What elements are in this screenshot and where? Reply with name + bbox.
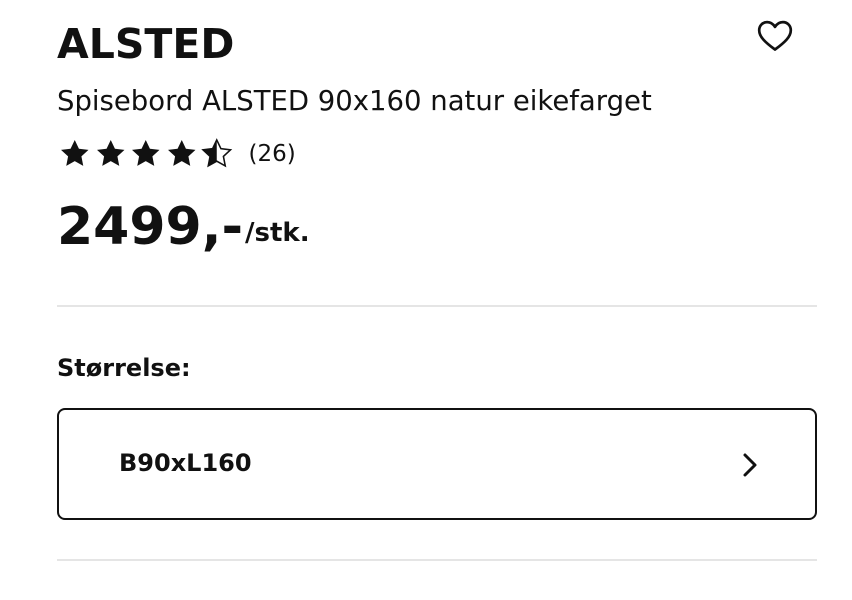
favorite-button[interactable] — [751, 16, 799, 58]
section-divider — [57, 305, 817, 307]
section-divider-bottom — [57, 559, 817, 561]
star-filled-icon — [132, 139, 160, 166]
star-filled-icon — [61, 139, 89, 166]
selected-size-value: B90xL160 — [119, 449, 252, 477]
product-description: Spisebord ALSTED 90x160 natur eikefarget — [57, 85, 652, 117]
size-selector[interactable]: B90xL160 — [57, 408, 817, 520]
price-unit: /stk. — [245, 218, 310, 248]
rating-count[interactable]: (26) — [249, 138, 296, 170]
star-half-icon — [201, 138, 233, 168]
size-label: Størrelse: — [57, 354, 191, 382]
price: 2499,- — [57, 197, 244, 257]
star-filled-icon — [167, 139, 195, 166]
rating-stars — [57, 136, 235, 172]
rating-summary[interactable]: (26) — [57, 136, 296, 172]
heart-icon — [757, 19, 793, 56]
star-filled-icon — [96, 139, 124, 166]
chevron-right-icon — [738, 451, 762, 479]
product-name: ALSTED — [57, 20, 235, 68]
